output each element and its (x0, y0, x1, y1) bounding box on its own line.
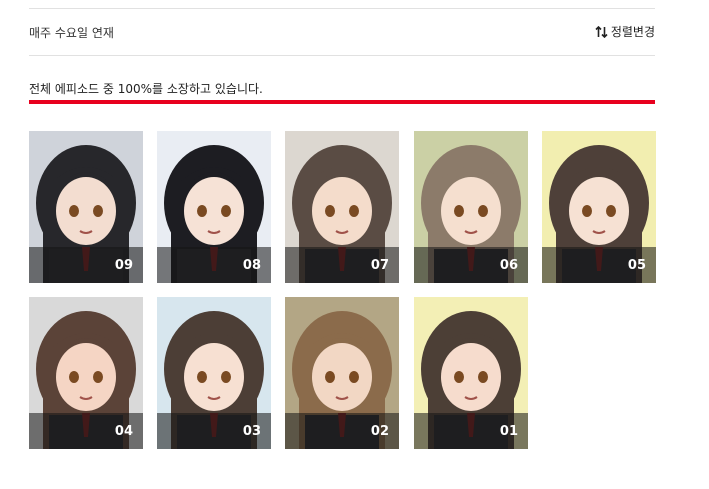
sort-arrows-icon (595, 25, 608, 38)
episode-number: 05 (542, 247, 656, 283)
ownership-text: 전체 에피소드 중 100%를 소장하고 있습니다. (29, 82, 263, 96)
sort-button[interactable]: 정렬변경 (595, 23, 655, 40)
episode-number: 09 (29, 247, 143, 283)
episode-thumbnail[interactable]: 05 (542, 131, 656, 283)
episode-thumbnail[interactable]: 01 (414, 297, 528, 449)
episode-number: 06 (414, 247, 528, 283)
episode-number: 02 (285, 413, 399, 449)
episode-thumbnail[interactable]: 06 (414, 131, 528, 283)
ownership-progress-bar (29, 100, 655, 104)
episode-thumbnail[interactable]: 08 (157, 131, 271, 283)
episode-number: 04 (29, 413, 143, 449)
sort-label: 정렬변경 (610, 25, 655, 39)
header-divider (29, 55, 655, 56)
episode-number: 01 (414, 413, 528, 449)
episode-number: 08 (157, 247, 271, 283)
episode-number: 03 (157, 413, 271, 449)
episode-thumbnail[interactable]: 09 (29, 131, 143, 283)
schedule-text: 매주 수요일 연재 (29, 26, 114, 40)
episode-thumbnail[interactable]: 04 (29, 297, 143, 449)
episode-thumbnail[interactable]: 07 (285, 131, 399, 283)
episode-thumbnail[interactable]: 03 (157, 297, 271, 449)
episode-number: 07 (285, 247, 399, 283)
top-divider (29, 8, 655, 9)
episode-thumbnail[interactable]: 02 (285, 297, 399, 449)
